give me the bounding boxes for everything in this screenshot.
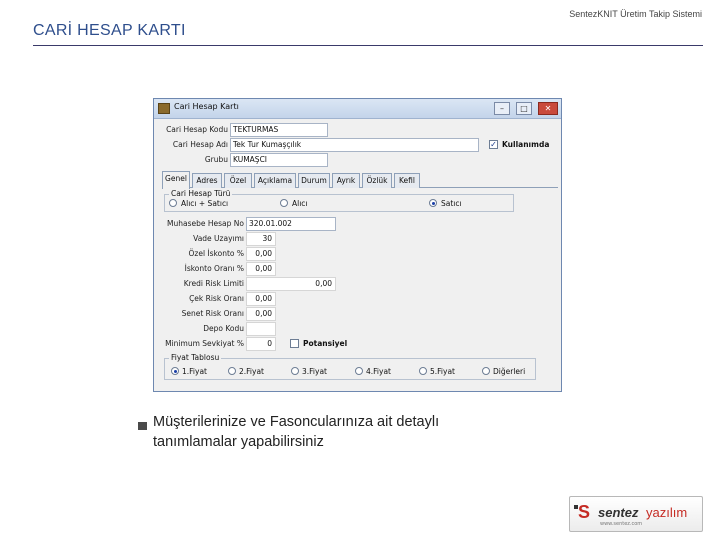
cari-hesap-kodu-label: Cari Hesap Kodu (166, 125, 228, 134)
maximize-button[interactable]: □ (516, 102, 532, 115)
cek-label: Çek Risk Oranı (189, 294, 244, 303)
sentez-logo: S sentez yazılım www.sentez.com (569, 496, 703, 532)
fiyat-tablosu-group: Fiyat Tablosu 1.Fiyat 2.Fiyat 3.Fiyat 4.… (164, 353, 536, 380)
ozel-iskonto-label: Özel İskonto % (188, 249, 245, 258)
tab-strip: Genel Adres Özel Açıklama Durum Ayrık Öz… (162, 171, 558, 189)
cari-hesap-kodu-field[interactable]: TEKTURMAS (230, 123, 328, 137)
radio-fiyat-5-label: 5.Fiyat (430, 367, 455, 376)
potansiyel-label: Potansiyel (303, 339, 348, 348)
radio-satici-label: Satıcı (441, 199, 462, 208)
radio-fiyat-2[interactable] (228, 367, 236, 375)
tab-panel-genel: Cari Hesap Türü Alıcı + Satıcı Alıcı Sat… (162, 188, 558, 388)
minimum-field[interactable]: 0 (246, 337, 276, 351)
radio-alici-satici[interactable] (169, 199, 177, 207)
logo-url-text: www.sentez.com (600, 521, 643, 527)
radio-fiyat-4[interactable] (355, 367, 363, 375)
tab-ozel[interactable]: Özel (224, 173, 252, 188)
depo-label: Depo Kodu (203, 324, 244, 333)
slide-title: CARİ HESAP KARTI (33, 22, 186, 39)
muhasebe-label: Muhasebe Hesap No (167, 219, 244, 228)
tab-ozluk[interactable]: Özlük (362, 173, 392, 188)
vade-field[interactable]: 30 (246, 232, 276, 246)
tab-genel[interactable]: Genel (162, 171, 190, 189)
muhasebe-field[interactable]: 320.01.002 (246, 217, 336, 231)
senet-field[interactable]: 0,00 (246, 307, 276, 321)
radio-satici[interactable] (429, 199, 437, 207)
potansiyel-checkbox[interactable] (290, 339, 299, 348)
radio-alici-label: Alıcı (292, 199, 308, 208)
radio-fiyat-3-label: 3.Fiyat (302, 367, 327, 376)
ozel-iskonto-field[interactable]: 0,00 (246, 247, 276, 261)
logo-mark: S (578, 502, 591, 522)
slide-title-rule (33, 45, 703, 46)
window-title: Cari Hesap Kartı (174, 102, 239, 111)
cek-field[interactable]: 0,00 (246, 292, 276, 306)
window-titlebar[interactable]: Cari Hesap Kartı – □ ✕ (154, 99, 561, 119)
cari-hesap-window: Cari Hesap Kartı – □ ✕ Cari Hesap Kodu T… (153, 98, 562, 392)
radio-fiyat-2-label: 2.Fiyat (239, 367, 264, 376)
radio-fiyat-diger-label: Diğerleri (493, 367, 526, 376)
kredi-label: Kredi Risk Limiti (183, 279, 244, 288)
radio-alici[interactable] (280, 199, 288, 207)
tab-adres[interactable]: Adres (192, 173, 222, 188)
radio-fiyat-4-label: 4.Fiyat (366, 367, 391, 376)
kredi-field[interactable]: 0,00 (246, 277, 336, 291)
senet-label: Senet Risk Oranı (181, 309, 244, 318)
slide-header-caption: SentezKNIT Üretim Takip Sistemi (569, 9, 702, 19)
kullanimda-checkbox[interactable]: ✓ (489, 140, 498, 149)
grubu-label: Grubu (204, 155, 228, 164)
close-button[interactable]: ✕ (538, 102, 558, 115)
tab-ayrik[interactable]: Ayrık (332, 173, 360, 188)
hesap-turu-group: Cari Hesap Türü Alıcı + Satıcı Alıcı Sat… (164, 189, 514, 212)
fiyat-tablosu-legend: Fiyat Tablosu (169, 353, 222, 362)
tab-durum[interactable]: Durum (298, 173, 330, 188)
minimize-button[interactable]: – (494, 102, 510, 115)
bullet-text: Müşterilerinize ve Fasoncularınıza ait d… (153, 414, 440, 450)
iskonto-label: İskonto Oranı % (184, 264, 244, 273)
radio-fiyat-diger[interactable] (482, 367, 490, 375)
logo-yazilim-text: yazılım (646, 505, 688, 520)
vade-label: Vade Uzayımı (193, 234, 244, 243)
radio-alici-satici-label: Alıcı + Satıcı (181, 199, 229, 208)
cari-hesap-adi-field[interactable]: Tek Tur Kumaşçılık (230, 138, 479, 152)
bullet-icon (138, 422, 147, 430)
radio-fiyat-1[interactable] (171, 367, 179, 375)
radio-fiyat-1-label: 1.Fiyat (182, 367, 207, 376)
hesap-turu-legend: Cari Hesap Türü (169, 189, 233, 198)
depo-field[interactable] (246, 322, 276, 336)
radio-fiyat-3[interactable] (291, 367, 299, 375)
minimum-label: Minimum Sevkiyat % (165, 339, 244, 348)
tab-aciklama[interactable]: Açıklama (254, 173, 296, 188)
radio-fiyat-5[interactable] (419, 367, 427, 375)
iskonto-field[interactable]: 0,00 (246, 262, 276, 276)
kullanimda-label: Kullanımda (502, 140, 550, 149)
window-app-icon (158, 103, 170, 114)
grubu-field[interactable]: KUMAŞCI (230, 153, 328, 167)
tab-kefil[interactable]: Kefil (394, 173, 420, 188)
logo-sentez-text: sentez (598, 505, 639, 520)
cari-hesap-adi-label: Cari Hesap Adı (172, 140, 228, 149)
